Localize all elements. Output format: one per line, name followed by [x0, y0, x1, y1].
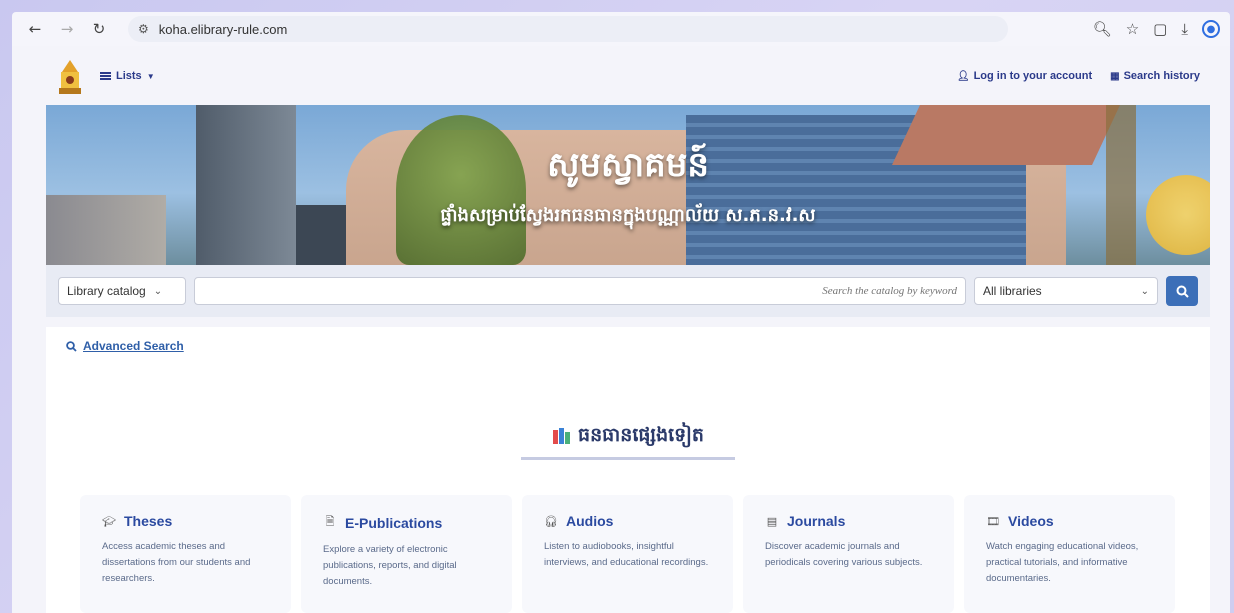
login-link[interactable]: 👤︎ Log in to your account [957, 70, 1092, 82]
browser-toolbar: ← → ↻ ⚙ koha.elibrary-rule.com 🔍︎ ☆ ▢ ⤓ … [12, 12, 1230, 46]
card-description: Explore a variety of electronic publicat… [323, 544, 457, 587]
url-text[interactable]: koha.elibrary-rule.com [159, 22, 288, 37]
resource-cards: 🎓︎ Theses Access academic theses and dis… [80, 495, 1176, 613]
hero-subtitle: ផ្ទាំងសម្រាប់ស្វែងរកធនធានក្នុងបណ្ណាល័យ ស… [440, 205, 816, 226]
list-icon [100, 72, 111, 80]
card-title[interactable]: E-Publications [345, 515, 442, 531]
chevron-down-icon: ⌄ [153, 285, 163, 297]
card-description: Access academic theses and dissertations… [102, 541, 251, 584]
card-title[interactable]: Audios [566, 513, 613, 529]
history-label: Search history [1123, 70, 1200, 82]
caret-down-icon: ▼ [146, 71, 155, 81]
zoom-icon[interactable]: 🔍︎ [1093, 20, 1112, 38]
site-settings-icon[interactable]: ⚙ [138, 22, 149, 36]
section-heading: ធនធានផ្សេងទៀត [46, 423, 1210, 460]
section-underline [521, 457, 735, 460]
search-bar: Library catalog ⌄ All libraries ⌄ [46, 265, 1210, 317]
advanced-search-link[interactable]: Advanced Search [66, 339, 184, 353]
library-select-value: All libraries [983, 284, 1042, 298]
catalog-select[interactable]: Library catalog ⌄ [58, 277, 186, 305]
extensions-icon[interactable]: ▢ [1153, 20, 1167, 38]
advanced-search-label: Advanced Search [83, 339, 184, 353]
bookmark-star-icon[interactable]: ☆ [1126, 20, 1139, 38]
card-theses[interactable]: 🎓︎ Theses Access academic theses and dis… [80, 495, 291, 613]
download-icon[interactable]: ⤓ [1181, 20, 1188, 38]
hero-banner: សូមស្វាគមន៍ ផ្ទាំងសម្រាប់ស្វែងរកធនធានក្ន… [46, 105, 1210, 265]
card-title[interactable]: Journals [787, 513, 845, 529]
card-title[interactable]: Theses [124, 513, 172, 529]
section-title-text: ធនធានផ្សេងទៀត [578, 424, 704, 446]
hero-title: សូមស្វាគមន៍ [547, 145, 709, 185]
user-icon: 👤︎ [956, 71, 970, 82]
chevron-down-icon: ⌄ [1140, 285, 1149, 297]
search-button[interactable] [1166, 276, 1198, 306]
file-icon: 🗎 [325, 515, 335, 528]
reload-icon[interactable]: ↻ [86, 16, 112, 42]
login-label: Log in to your account [973, 70, 1093, 82]
card-journals[interactable]: ▤ Journals Discover academic journals an… [743, 495, 954, 613]
search-icon [1176, 285, 1189, 298]
headphones-icon: 🎧︎ [544, 514, 558, 528]
search-history-link[interactable]: ▦ Search history [1110, 70, 1200, 82]
forward-arrow-icon[interactable]: → [54, 16, 80, 42]
catalog-select-value: Library catalog [67, 284, 146, 298]
card-title[interactable]: Videos [1008, 513, 1054, 529]
card-e-publications[interactable]: 🗎 E-Publications Explore a variety of el… [301, 495, 512, 613]
card-description: Discover academic journals and periodica… [765, 541, 923, 568]
newspaper-icon: ▤ [766, 514, 778, 528]
top-navigation: Lists ▼ 👤︎ Log in to your account ▦ Search… [12, 46, 1230, 106]
books-icon [553, 427, 571, 444]
graduation-cap-icon: 🎓︎ [102, 514, 116, 528]
search-icon [66, 340, 77, 352]
library-select[interactable]: All libraries ⌄ [974, 277, 1158, 305]
profile-icon[interactable]: ● [1202, 20, 1220, 38]
lists-label: Lists [116, 70, 142, 82]
card-description: Watch engaging educational videos, pract… [986, 541, 1139, 584]
card-videos[interactable]: 🎞︎ Videos Watch engaging educational vid… [964, 495, 1175, 613]
lists-menu[interactable]: Lists ▼ [100, 70, 155, 82]
history-list-icon: ▦ [1110, 71, 1120, 82]
back-arrow-icon[interactable]: ← [22, 16, 48, 42]
library-logo[interactable] [56, 58, 84, 96]
koha-opac-page: Lists ▼ 👤︎ Log in to your account ▦ Search… [12, 46, 1230, 613]
card-description: Listen to audiobooks, insightful intervi… [544, 541, 709, 568]
film-icon: 🎞︎ [986, 514, 1000, 528]
address-bar[interactable]: ⚙ koha.elibrary-rule.com [128, 16, 1008, 42]
card-audios[interactable]: 🎧︎ Audios Listen to audiobooks, insightf… [522, 495, 733, 613]
main-content: Advanced Search ធនធានផ្សេងទៀត 🎓︎ Theses … [46, 327, 1210, 613]
search-input[interactable] [194, 277, 966, 305]
